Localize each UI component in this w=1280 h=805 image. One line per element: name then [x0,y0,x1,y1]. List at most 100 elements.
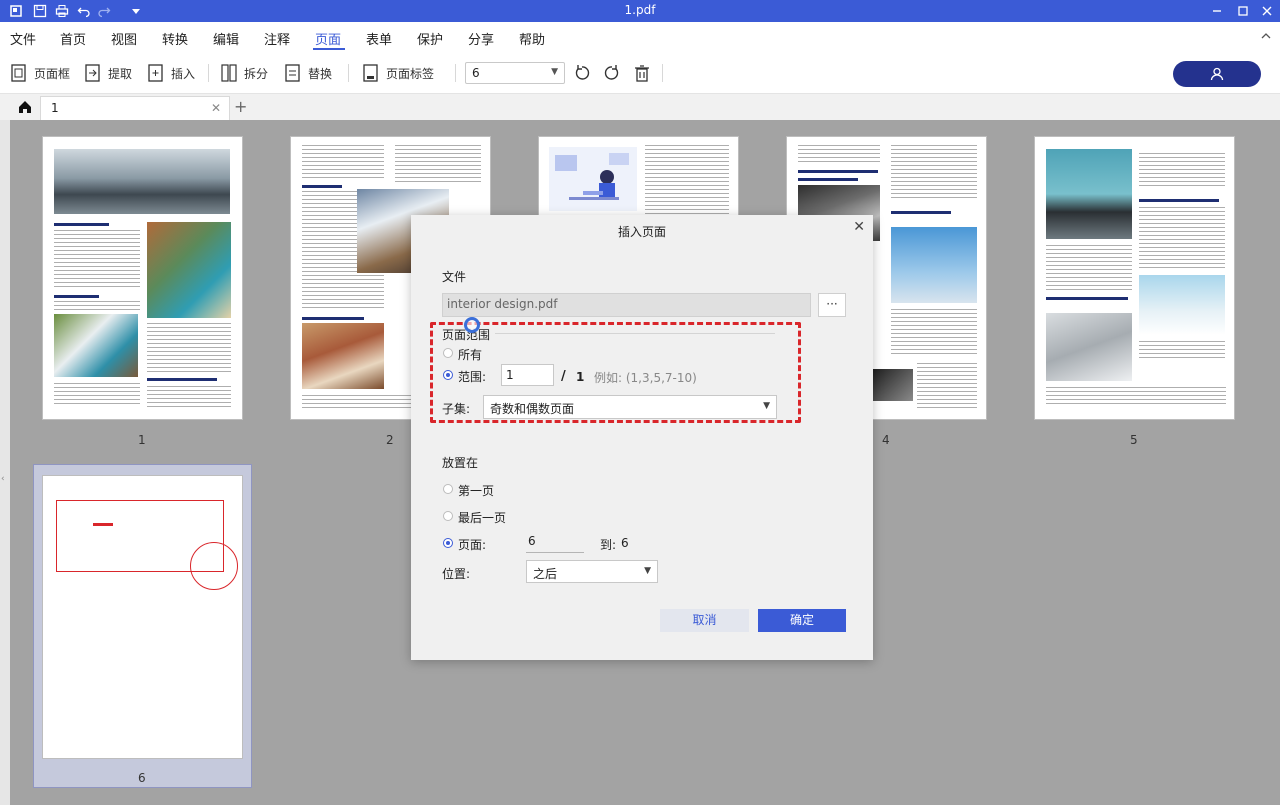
last-page-radio[interactable] [443,511,453,521]
ok-button[interactable]: 确定 [758,609,846,632]
page-number-input[interactable]: 6 [528,534,536,548]
page-heading [891,211,951,214]
last-page-label: 最后一页 [458,511,507,525]
chevron-down-icon: ▼ [644,566,651,576]
home-icon[interactable] [10,96,40,118]
file-section-label: 文件 [442,270,467,284]
account-button[interactable] [1173,61,1261,87]
replace-label: 替换 [308,66,333,81]
page-number-value: 6 [472,66,480,80]
position-select[interactable]: 之后 ▼ [526,560,658,583]
split-icon [220,63,238,83]
document-tab[interactable]: 1 ✕ [40,96,230,120]
document-tab-bar: 1 ✕ + [0,94,1280,120]
page-image [1046,149,1132,239]
close-icon[interactable]: ✕ [853,219,865,235]
first-page-radio[interactable] [443,484,453,494]
page-number-label: 6 [138,771,146,785]
page-label-button[interactable]: 页面标签 [362,62,434,84]
file-path-input[interactable]: interior design.pdf [442,293,811,317]
page-heading [1046,297,1128,300]
annotation-mark [93,523,113,526]
page-heading [1139,199,1219,202]
menu-comment[interactable]: 注释 [264,29,290,48]
minimize-icon[interactable] [1208,2,1226,20]
page-frame-label: 页面框 [34,66,71,81]
highlight-annotation [430,322,801,423]
page-heading [54,295,99,298]
split-button[interactable]: 拆分 [220,62,268,84]
split-label: 拆分 [244,66,269,81]
menu-view[interactable]: 视图 [111,29,137,48]
page-text [54,230,140,288]
page-text [1139,153,1225,189]
menu-home[interactable]: 首页 [60,29,86,48]
extract-button[interactable]: 提取 [84,62,132,84]
page-thumbnail[interactable] [43,137,242,419]
menu-help[interactable]: 帮助 [519,29,545,48]
collapse-ribbon-icon[interactable] [1260,30,1272,42]
extract-icon [84,63,102,83]
page-image [873,369,913,401]
page-thumbnail[interactable] [1035,137,1234,419]
add-tab-icon[interactable]: + [234,97,247,116]
page-text [1139,341,1225,361]
extract-label: 提取 [108,66,133,81]
insert-button[interactable]: 插入 [147,62,195,84]
page-text [54,301,140,311]
to-value: 6 [621,536,629,550]
page-text [147,386,231,408]
browse-button[interactable]: ··· [818,293,846,317]
page-image [1046,313,1132,381]
chevron-down-icon: ▼ [551,67,558,77]
close-window-icon[interactable] [1258,2,1276,20]
page-text [395,145,481,183]
page-number-select[interactable]: 6 ▼ [465,62,565,84]
active-menu-underline [313,48,345,50]
menu-share[interactable]: 分享 [468,29,494,48]
menu-convert[interactable]: 转换 [162,29,188,48]
replace-button[interactable]: 替换 [284,62,332,84]
toolbar-divider [455,64,456,82]
delete-page-icon[interactable] [632,63,652,83]
page-heading [54,223,109,226]
page-image [1139,275,1225,335]
replace-icon [284,63,302,83]
page-number-label: 4 [882,433,890,447]
to-label: 到: [600,538,617,552]
page-text [302,145,384,180]
page-label-icon [362,63,380,83]
menu-edit[interactable]: 编辑 [213,29,239,48]
rotate-right-icon[interactable] [602,63,622,83]
page-thumbnail[interactable] [43,476,242,758]
page-input-underline [526,552,584,553]
page-text [798,145,880,165]
toolbar-divider [348,64,349,82]
position-value: 之后 [533,567,558,581]
page-text [54,383,140,407]
close-tab-icon[interactable]: ✕ [211,101,221,115]
page-image [54,149,230,214]
menu-file[interactable]: 文件 [10,29,36,48]
maximize-icon[interactable] [1234,2,1252,20]
first-page-label: 第一页 [458,484,495,498]
toolbar-divider [662,64,663,82]
insert-label: 插入 [171,66,196,81]
rotate-left-icon[interactable] [572,63,592,83]
page-illustration [549,147,637,211]
menu-page[interactable]: 页面 [315,29,341,48]
page-radio[interactable] [443,538,453,548]
left-collapse-bar[interactable]: ‹ [0,120,10,805]
page-heading [798,170,878,173]
page-label: 页面: [458,538,487,552]
menu-protect[interactable]: 保护 [417,29,443,48]
cancel-button[interactable]: 取消 [660,609,749,632]
page-number-label: 1 [138,433,146,447]
page-frame-button[interactable]: 页面框 [10,62,70,84]
page-number-label: 2 [386,433,394,447]
page-text [1046,245,1132,293]
menu-form[interactable]: 表单 [366,29,392,48]
position-label: 位置: [442,567,471,581]
page-label-label: 页面标签 [386,66,435,81]
dialog-title: 插入页面 [617,225,666,239]
